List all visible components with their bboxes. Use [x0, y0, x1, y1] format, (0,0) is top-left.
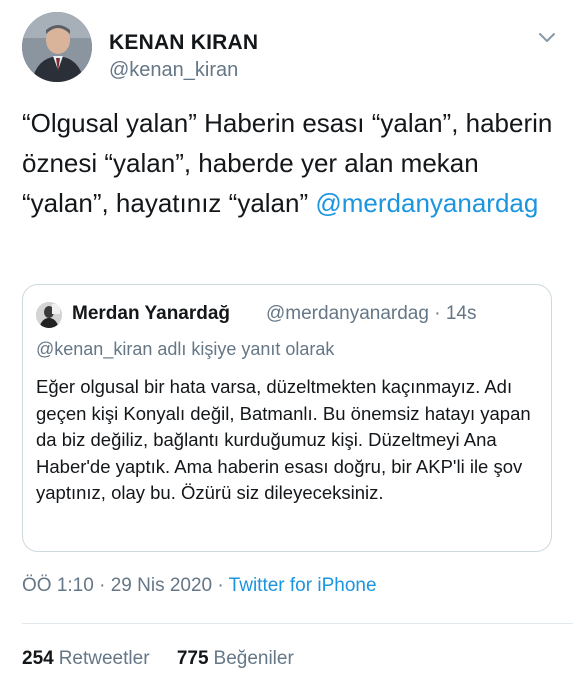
avatar-photo [22, 12, 92, 82]
chevron-down-icon[interactable] [536, 26, 558, 48]
quoted-reply-context: @kenan_kiran adlı kişiye yanıt olarak [36, 339, 335, 359]
quoted-handle-time[interactable]: @merdanyanardag · 14s [266, 303, 476, 325]
tweet-time: ÖÖ 1:10 [22, 575, 94, 596]
quoted-tweet-text: Eğer olgusal bir hata varsa, düzeltmekte… [36, 376, 531, 503]
likes-label: Beğeniler [213, 648, 294, 669]
tweet-mention-link[interactable]: @merdanyanardag [315, 188, 538, 218]
author-handle[interactable]: @kenan_kiran [109, 59, 238, 82]
quoted-author-name[interactable]: Merdan Yanardağ [72, 303, 230, 325]
retweets-label: Retweetler [58, 648, 150, 669]
tweet-body: “Olgusal yalan” Haberin esası “yalan”, h… [22, 103, 557, 223]
retweets-count: 254 [22, 648, 54, 669]
tweet-stats: 254 Retweetler 775 Beğeniler [22, 648, 316, 670]
likes-stat[interactable]: 775 Beğeniler [177, 648, 294, 670]
tweet-meta: ÖÖ 1:10 · 29 Nis 2020 · Twitter for iPho… [22, 575, 377, 597]
tweet-source-link[interactable]: Twitter for iPhone [229, 575, 377, 596]
likes-count: 775 [176, 648, 209, 669]
meta-separator: · [99, 575, 106, 596]
author-name[interactable]: KENAN KIRAN [109, 31, 258, 55]
author-avatar[interactable] [22, 12, 92, 82]
retweets-stat[interactable]: 254 Retweetler [22, 648, 150, 670]
quoted-avatar-photo [36, 302, 62, 328]
divider [22, 623, 573, 624]
quoted-author-avatar[interactable] [36, 302, 62, 328]
quoted-tweet-header: Merdan Yanardağ @merdanyanardag · 14s [36, 301, 536, 328]
tweet-header: KENAN KIRAN @kenan_kiran [22, 12, 562, 84]
meta-separator: · [217, 575, 224, 596]
quoted-tweet-card[interactable]: Merdan Yanardağ @merdanyanardag · 14s @k… [22, 284, 552, 552]
tweet-date[interactable]: 29 Nis 2020 [111, 575, 212, 596]
